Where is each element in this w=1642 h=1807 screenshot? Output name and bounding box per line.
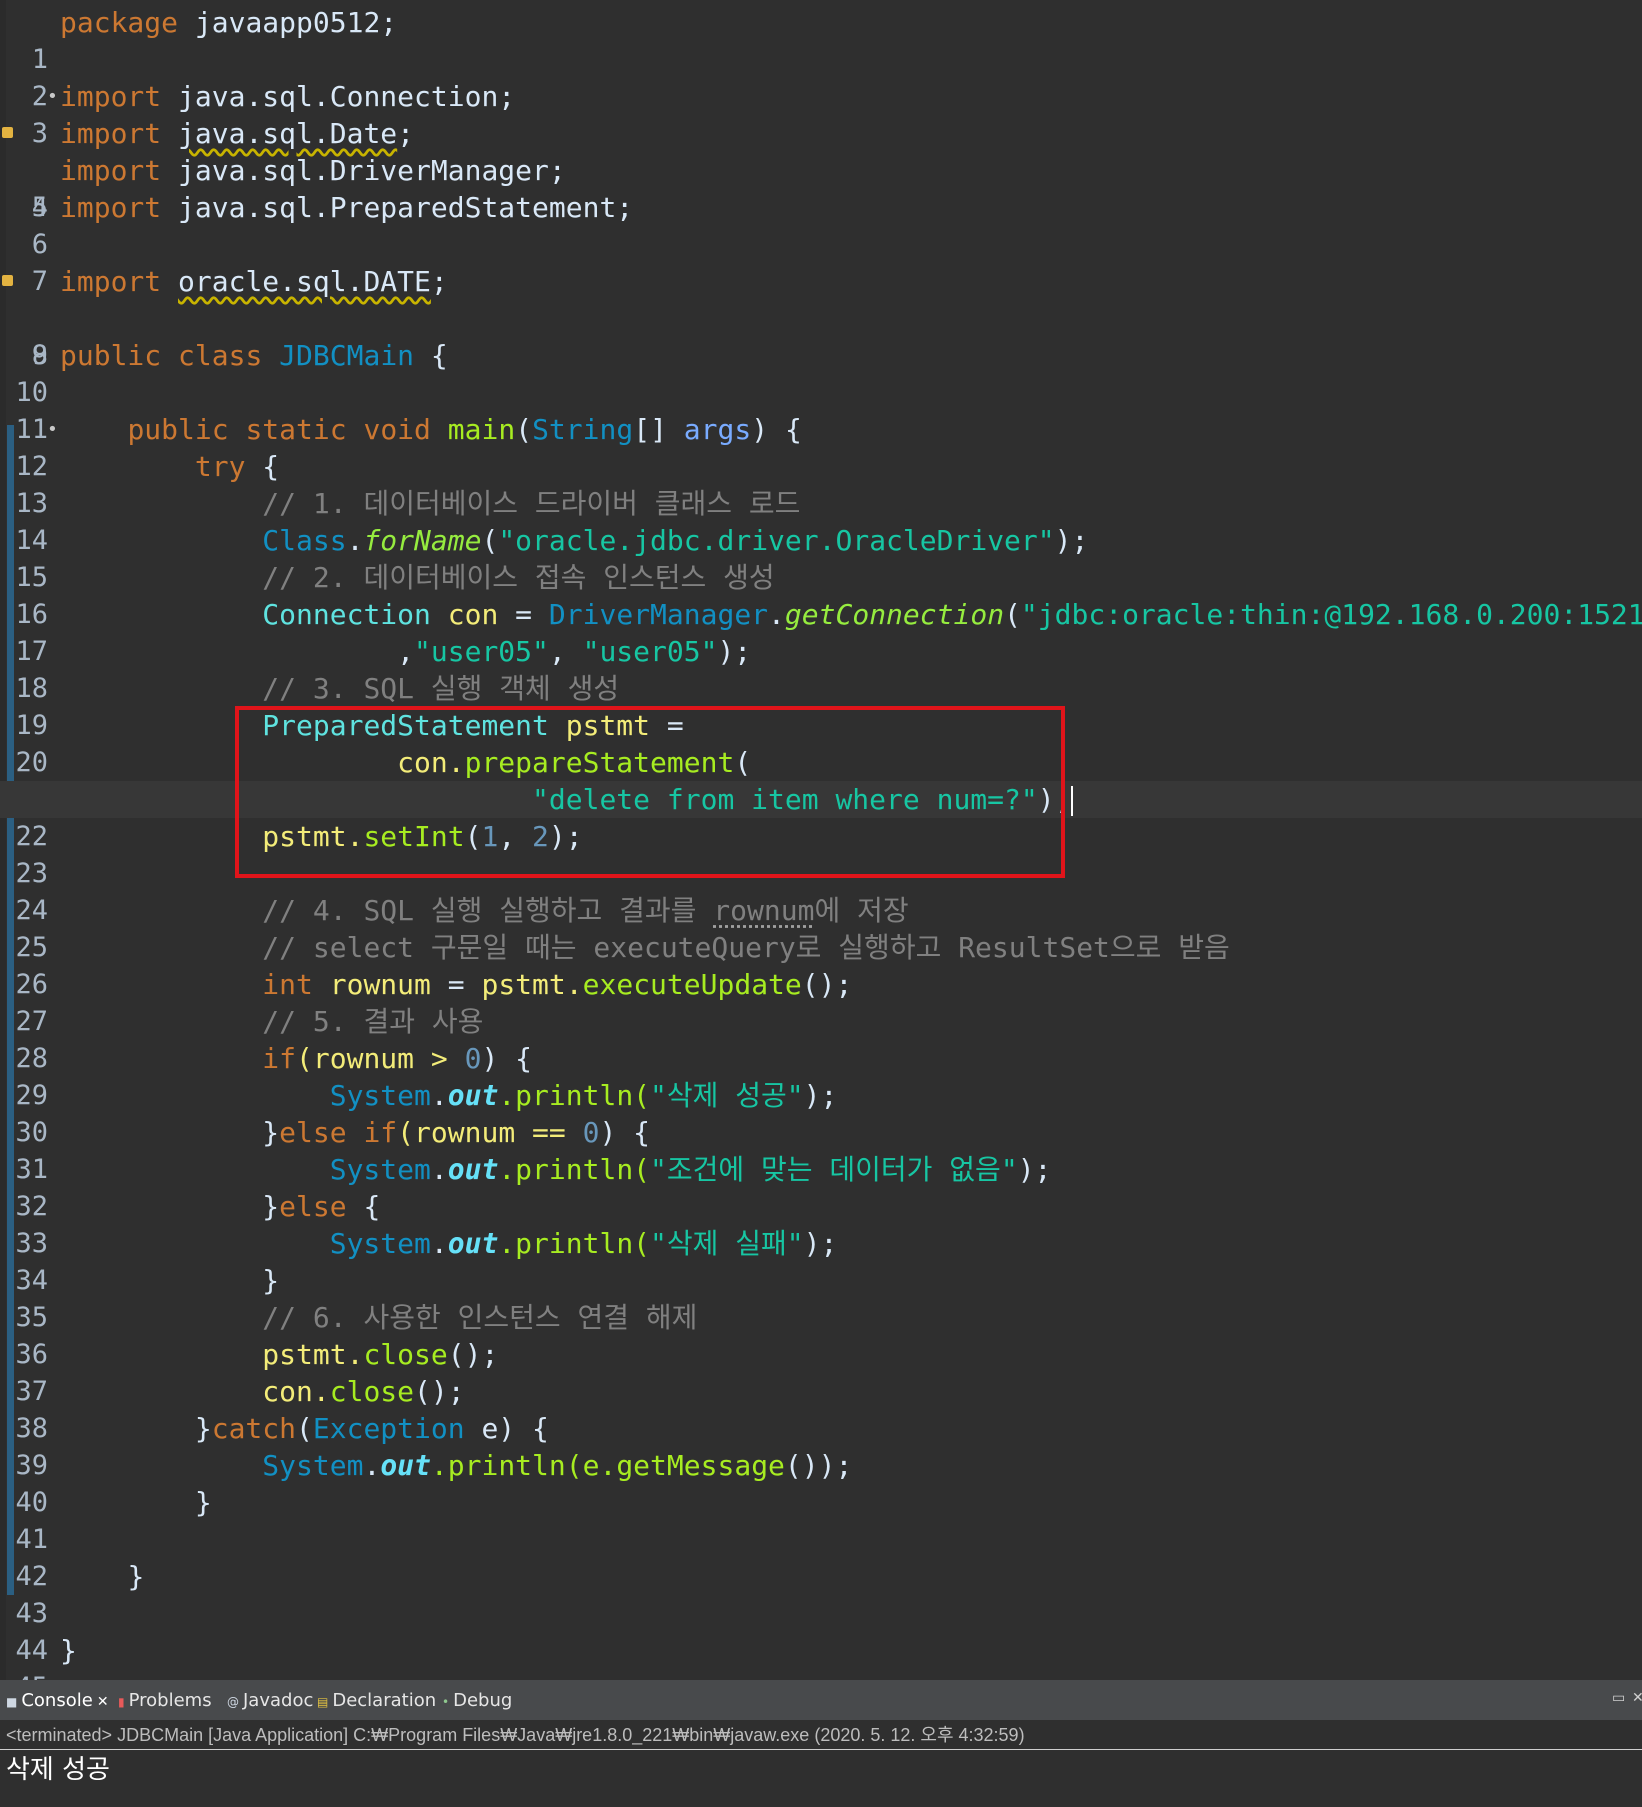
code-line-5[interactable]: 5 import java.sql.DriverManager; <box>0 152 1642 223</box>
code-line-17[interactable]: 17 Connection con = DriverManager.getCon… <box>0 596 1642 667</box>
code-line-25[interactable]: 25 // 4. SQL 실행 실행하고 결과를 rownum에 저장 <box>0 892 1642 963</box>
text-caret <box>1071 786 1074 816</box>
tab-javadoc[interactable]: @ Javadoc <box>227 1688 313 1714</box>
javadoc-icon: @ <box>227 1695 239 1709</box>
code-line-45[interactable]: 45 } <box>0 1632 1642 1680</box>
code-line-6[interactable]: 6 import java.sql.PreparedStatement; <box>0 189 1642 260</box>
code-line-29[interactable]: 29 if(rownum > 0) { <box>0 1040 1642 1111</box>
code-line-27[interactable]: 27 int rownum = pstmt.executeUpdate(); <box>0 966 1642 1037</box>
code-line-8[interactable]: 8 import oracle.sql.DATE; <box>0 263 1642 371</box>
code-line-15[interactable]: 15 Class.forName("oracle.jdbc.driver.Ora… <box>0 522 1642 593</box>
console-status-line: <terminated> JDBCMain [Java Application]… <box>0 1720 1642 1750</box>
code-line-28[interactable]: 28 // 5. 결과 사용 <box>0 1003 1642 1074</box>
code-line-3[interactable]: 3 • import java.sql.Connection; <box>0 78 1642 149</box>
code-line-35[interactable]: 35 } <box>0 1262 1642 1333</box>
code-line-18[interactable]: 18 ,"user05", "user05"); <box>0 633 1642 704</box>
code-line-41[interactable]: 41 } <box>0 1484 1642 1555</box>
code-line-31[interactable]: 31 }else if(rownum == 0) { <box>0 1114 1642 1185</box>
code-line-43[interactable]: 43 } <box>0 1558 1642 1629</box>
maximize-icon[interactable]: ✕ <box>1632 1691 1642 1705</box>
tab-console[interactable]: ■ Console ✕ <box>6 1688 109 1714</box>
code-line-44[interactable]: 44 <box>0 1595 1642 1666</box>
code-line-34[interactable]: 34 System.out.println("삭제 실패"); <box>0 1225 1642 1296</box>
code-line-4[interactable]: 4 import java.sql.Date; <box>0 115 1642 223</box>
warning-icon[interactable] <box>2 275 13 286</box>
code-line-38[interactable]: 38 con.close(); <box>0 1373 1642 1444</box>
declaration-icon: ▤ <box>317 1695 329 1709</box>
code-line-26[interactable]: 26 // select 구문일 때는 executeQuery로 실행하고 R… <box>0 929 1642 1000</box>
console-tab-bar: ■ Console ✕ ▮ Problems @ Javadoc ▤ Declaratio… <box>0 1680 1642 1720</box>
code-line-9[interactable]: 9 <box>0 300 1642 371</box>
code-line-2[interactable]: 2 <box>0 41 1642 112</box>
code-line-14[interactable]: 14 // 1. 데이터베이스 드라이버 클래스 로드 <box>0 485 1642 556</box>
code-editor[interactable]: 1 package javaapp0512; 2 3 • import java… <box>0 0 1642 1680</box>
fold-collapse-icon[interactable]: • <box>47 78 58 115</box>
tab-problems[interactable]: ▮ Problems <box>118 1688 212 1714</box>
code-line-33[interactable]: 33 }else { <box>0 1188 1642 1259</box>
minimize-icon[interactable]: ▭ <box>1612 1691 1625 1705</box>
debug-icon: • <box>442 1695 450 1709</box>
console-icon: ■ <box>6 1695 18 1709</box>
code-line-32[interactable]: 32 System.out.println("조건에 맞는 데이터가 없음"); <box>0 1151 1642 1222</box>
code-line-36[interactable]: 36 // 6. 사용한 인스턴스 연결 해제 <box>0 1299 1642 1370</box>
code-line-19[interactable]: 19 // 3. SQL 실행 객체 생성 <box>0 670 1642 741</box>
code-line-1[interactable]: 1 package javaapp0512; <box>0 4 1642 75</box>
tab-debug[interactable]: • Debug <box>442 1688 512 1714</box>
close-icon[interactable]: ✕ <box>97 1694 109 1710</box>
code-line-37[interactable]: 37 pstmt.close(); <box>0 1336 1642 1407</box>
code-line-11[interactable]: 11 <box>0 374 1642 445</box>
code-line-40[interactable]: 40 System.out.println(e.getMessage()); <box>0 1447 1642 1518</box>
code-line-10[interactable]: 10 public class JDBCMain { <box>0 337 1642 408</box>
code-line-30[interactable]: 30 System.out.println("삭제 성공"); <box>0 1077 1642 1148</box>
highlight-annotation-box <box>235 706 1065 878</box>
problems-icon: ▮ <box>118 1695 125 1709</box>
code-line-16[interactable]: 16 // 2. 데이터베이스 접속 인스턴스 생성 <box>0 559 1642 630</box>
warning-icon[interactable] <box>2 127 13 138</box>
tab-declaration[interactable]: ▤ Declaration <box>317 1688 436 1714</box>
code-line-7[interactable]: 7 <box>0 226 1642 297</box>
console-output[interactable]: 삭제 성공 <box>6 1752 110 1788</box>
code-line-12[interactable]: 12 • public static void main(String[] ar… <box>0 411 1642 482</box>
code-line-13[interactable]: 13 try { <box>0 448 1642 519</box>
code-line-39[interactable]: 39 }catch(Exception e) { <box>0 1410 1642 1481</box>
fold-collapse-icon[interactable]: • <box>47 411 58 448</box>
code-line-42[interactable]: 42 <box>0 1521 1642 1592</box>
